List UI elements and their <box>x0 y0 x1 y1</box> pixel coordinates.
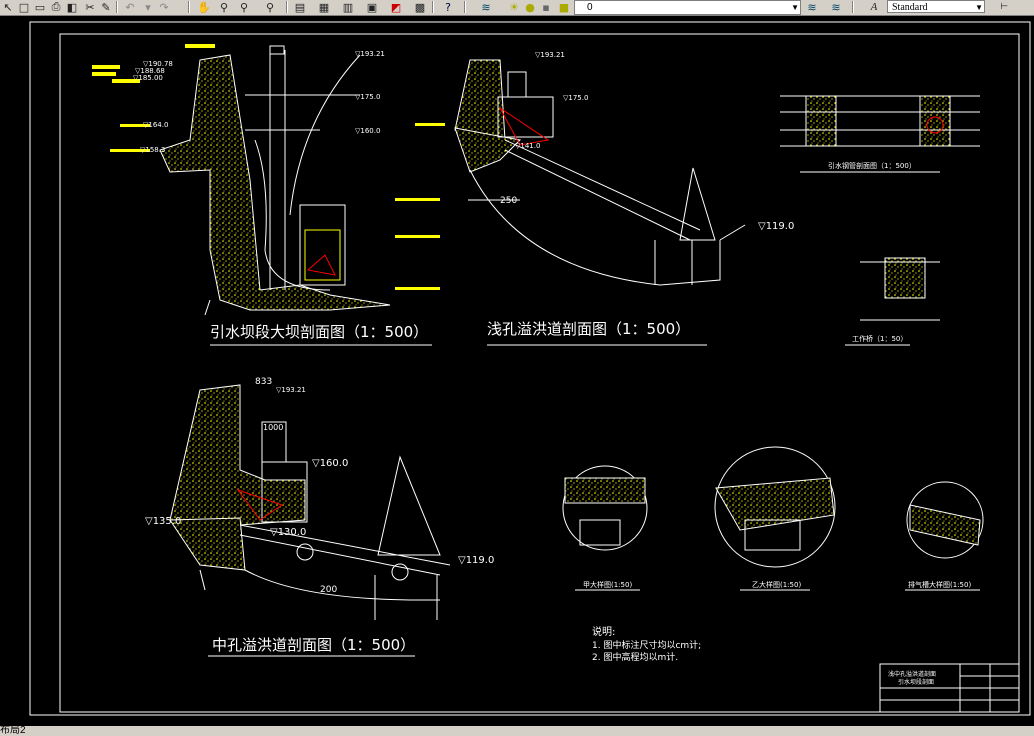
text-style-icon[interactable]: A <box>866 0 882 14</box>
elev-label: ▽130.0 <box>270 527 306 538</box>
elev-label: ▽119.0 <box>458 555 494 566</box>
properties-icon[interactable]: ▤ <box>292 0 308 14</box>
elev-label: ▽158.3 <box>140 146 165 154</box>
tool-palette-icon[interactable]: ▥ <box>340 0 356 14</box>
elev-label: ▽175.0 <box>355 93 380 101</box>
new-icon[interactable]: □ <box>16 0 32 14</box>
open-icon[interactable]: ▭ <box>32 0 48 14</box>
redo-icon[interactable]: ↷ <box>156 0 172 14</box>
notes-line: 1. 图中标注尺寸均以cm计; <box>592 639 701 651</box>
view-title-shallow-spillway: 浅孔溢洪道剖面图（1：500） <box>487 320 690 338</box>
view-bridge <box>860 257 940 321</box>
lock-icon[interactable]: ▪ <box>538 0 554 14</box>
dropdown-icon[interactable]: ▾ <box>140 0 156 14</box>
layer-on-icon[interactable]: ☀ <box>506 0 522 14</box>
separator <box>464 1 466 13</box>
view-title-bridge: 工作桥（1：50） <box>852 334 907 343</box>
layer-combo[interactable]: 0 ▼ <box>574 0 801 15</box>
zoom-previous-icon[interactable]: ⚲ <box>262 0 278 14</box>
help-icon[interactable]: ? <box>440 0 456 14</box>
pan-icon[interactable]: ✋ <box>196 0 212 14</box>
pointer-icon[interactable]: ↖ <box>0 0 16 14</box>
elev-label: ▽193.21 <box>355 50 385 58</box>
elev-label: ▽193.21 <box>535 51 565 59</box>
view-penstock <box>780 95 980 147</box>
separator <box>188 1 190 13</box>
sheet-border-outer <box>29 21 1031 716</box>
elev-label: ▽160.0 <box>312 458 348 469</box>
title-block-text: 浅中孔溢洪道剖面 <box>888 670 936 678</box>
paintbrush-icon[interactable]: ✎ <box>98 0 114 14</box>
view-intake-dam <box>159 45 391 316</box>
cut-icon[interactable]: ✂ <box>82 0 98 14</box>
preview-icon[interactable]: ◧ <box>64 0 80 14</box>
text-style-value: Standard <box>892 2 928 13</box>
layers-icon[interactable]: ≋ <box>478 0 494 14</box>
chevron-down-icon[interactable]: ▼ <box>975 1 983 14</box>
title-block-text: 引水坝段剖面 <box>898 678 934 686</box>
zoom-window-icon[interactable]: ⚲ <box>236 0 252 14</box>
notes-heading: 说明: <box>592 625 615 638</box>
layout-tab[interactable]: 布局2 <box>0 725 26 736</box>
zoom-realtime-icon[interactable]: ⚲ <box>216 0 232 14</box>
separator <box>852 1 854 13</box>
chevron-down-icon[interactable]: ▼ <box>791 1 799 14</box>
detail-vent <box>906 481 984 559</box>
dim-style-icon[interactable]: ⊢ <box>996 0 1012 14</box>
text-style-combo[interactable]: Standard ▼ <box>887 0 985 13</box>
view-title-detail-a: 甲大样图(1:50) <box>583 580 632 589</box>
view-shallow-spillway <box>454 59 746 286</box>
elev-label: ▽119.0 <box>758 221 794 232</box>
layer-previous-icon[interactable]: ≋ <box>804 0 820 14</box>
dim-label: 833 <box>255 377 272 387</box>
view-title-intake-dam: 引水坝段大坝剖面图（1：500） <box>210 323 428 341</box>
sheet-set-icon[interactable]: ▣ <box>364 0 380 14</box>
elev-label: ▽175.0 <box>563 94 588 102</box>
layer-value: 0 <box>587 2 593 13</box>
separator <box>432 1 434 13</box>
view-title-detail-b: 乙大样图(1:50) <box>752 580 801 589</box>
layer-state-icon[interactable]: ≋ <box>828 0 844 14</box>
elev-label: ▽141.0 <box>515 142 540 150</box>
separator <box>286 1 288 13</box>
quickcalc-icon[interactable]: ▩ <box>412 0 428 14</box>
design-center-icon[interactable]: ▦ <box>316 0 332 14</box>
elev-label: ▽185.00 <box>133 74 163 82</box>
markup-icon[interactable]: ◩ <box>388 0 404 14</box>
elev-label: ▽193.21 <box>276 386 306 394</box>
detail-a <box>562 465 648 551</box>
view-title-mid-spillway: 中孔溢洪道剖面图（1：500） <box>212 636 415 654</box>
elev-label: ▽164.0 <box>143 121 168 129</box>
view-title-vent: 排气槽大样图(1:50) <box>908 580 971 589</box>
detail-b <box>714 446 836 568</box>
drawing-canvas[interactable]: ▽190.78 ▽188.68 ▽185.00 ▽164.0 ▽158.3 ▽1… <box>0 16 1034 726</box>
freeze-icon[interactable]: ● <box>522 0 538 14</box>
status-bar: 布局2 <box>0 726 1034 736</box>
print-icon[interactable]: ⎙ <box>48 0 64 14</box>
color-icon[interactable]: ■ <box>556 0 572 14</box>
dim-label: 1000 <box>263 423 283 432</box>
cad-drawing: ▽190.78 ▽188.68 ▽185.00 ▽164.0 ▽158.3 ▽1… <box>29 21 1031 716</box>
undo-icon[interactable]: ↶ <box>122 0 138 14</box>
dim-label: 250 <box>500 196 517 206</box>
separator <box>116 1 118 13</box>
view-title-penstock: 引水钢管剖面图（1：500） <box>828 161 916 170</box>
view-mid-spillway <box>169 384 451 620</box>
notes-line: 2. 图中高程均以m计. <box>592 651 678 663</box>
elev-label: ▽135.0 <box>145 516 181 527</box>
dim-label: 200 <box>320 585 337 595</box>
elev-label: ▽160.0 <box>355 127 380 135</box>
standard-toolbar: ↖ □ ▭ ⎙ ◧ ✂ ✎ ↶ ▾ ↷ ✋ ⚲ ⚲ ⚲ ▤ ▦ ▥ ▣ ◩ ▩ … <box>0 0 1034 16</box>
